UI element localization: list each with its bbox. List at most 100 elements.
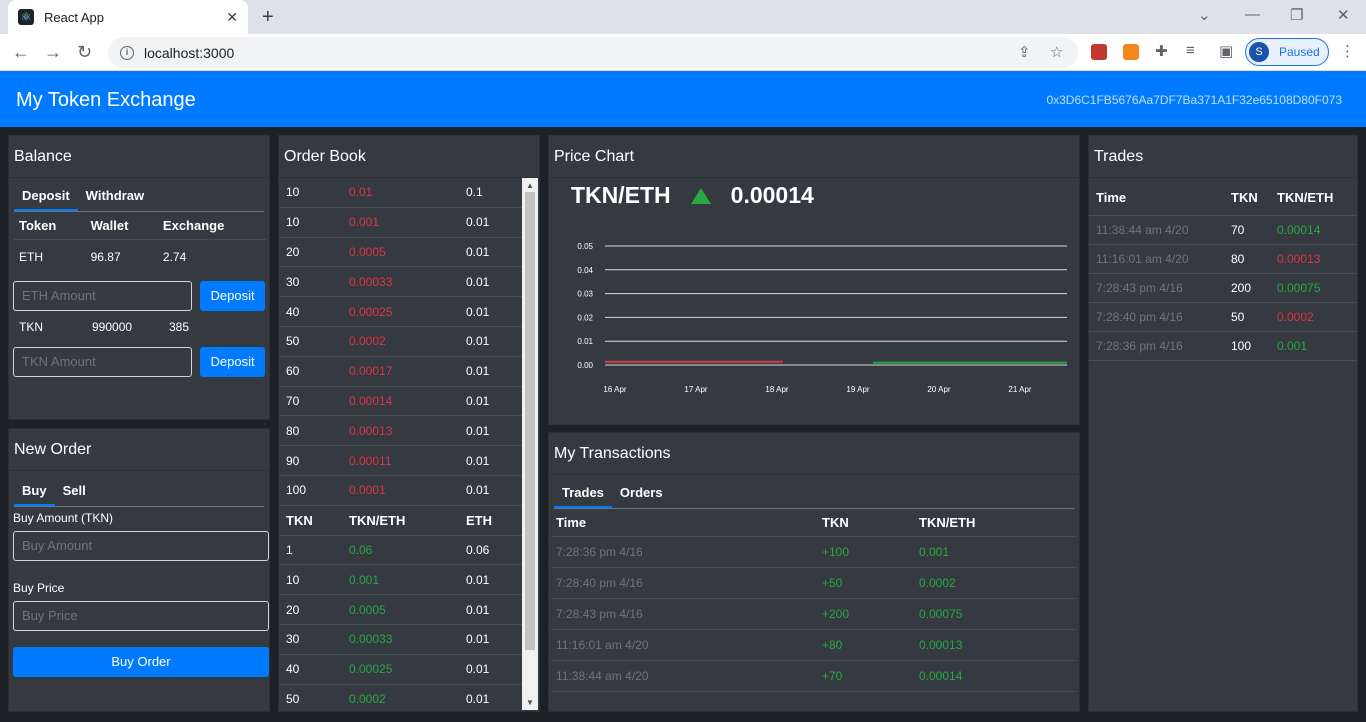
scroll-thumb[interactable] (525, 192, 535, 650)
eth-token: ETH (19, 250, 43, 264)
reload-icon[interactable]: ↻ (77, 42, 92, 63)
scroll-up-icon[interactable]: ▲ (526, 181, 534, 190)
order-book-row[interactable]: 50 0.0002 0.01 (279, 685, 523, 711)
tkn-amount-input[interactable]: TKN Amount (13, 347, 193, 377)
forward-icon[interactable]: → (44, 42, 62, 63)
restore-icon[interactable]: ❐ (1290, 6, 1303, 24)
tab-sell[interactable]: Sell (55, 477, 94, 506)
amount-cell: 60 (286, 364, 300, 379)
tab-orders[interactable]: Orders (612, 479, 671, 508)
order-book-row[interactable]: 10 0.001 0.01 (279, 565, 523, 596)
tkn-cell: 80 (1224, 244, 1270, 274)
order-book-row[interactable]: 10 0.001 0.01 (279, 208, 523, 238)
price-cell: 0.00014 (349, 393, 393, 408)
col-time: Time (1089, 180, 1224, 216)
col-token: Token (14, 212, 86, 240)
eth-amount-input[interactable]: ETH Amount (13, 281, 193, 311)
account-address[interactable]: 0x3D6C1FB5676Aa7DF7Ba371A1F32e65108D80F0… (1046, 93, 1342, 107)
amount-cell: 40 (286, 662, 300, 677)
order-book-row[interactable]: 30 0.00033 0.01 (279, 267, 523, 298)
address-bar[interactable]: i localhost:3000 ⇪ ☆ (108, 37, 1078, 68)
tkn-deposit-button[interactable]: Deposit (200, 347, 265, 377)
order-book-row[interactable]: 20 0.0005 0.01 (279, 595, 523, 625)
amount-cell: 40 (286, 304, 300, 319)
eth-cell: 0.01 (466, 691, 490, 706)
eth-cell: 0.01 (466, 632, 490, 647)
tab-search-icon[interactable]: ⌄ (1198, 6, 1211, 24)
tab-withdraw[interactable]: Withdraw (78, 182, 152, 211)
site-info-icon[interactable]: i (120, 45, 134, 60)
time-cell: 7:28:36 pm 4/16 (1089, 331, 1224, 361)
buy-order-button[interactable]: Buy Order (13, 647, 269, 677)
trend-up-icon (690, 187, 711, 204)
side-panel-icon[interactable]: ▣ (1219, 42, 1233, 60)
tab-trades[interactable]: Trades (554, 479, 612, 508)
profile-button[interactable]: S Paused (1245, 38, 1329, 66)
media-queue-icon[interactable]: ≡ (1186, 42, 1195, 59)
x-tick-label: 17 Apr (684, 385, 707, 394)
table-row: 11:38:44 am 4/20 70 0.00014 (1089, 215, 1357, 245)
amount-cell: 80 (286, 423, 300, 438)
order-book-row[interactable]: 70 0.00014 0.01 (279, 387, 523, 417)
app-navbar: My Token Exchange 0x3D6C1FB5676Aa7DF7Ba3… (0, 71, 1366, 127)
buy-amount-input[interactable]: Buy Amount (13, 531, 269, 561)
menu-kebab-icon[interactable]: ⋮ (1340, 42, 1355, 60)
amount-cell: 70 (286, 393, 300, 408)
eth-cell: 0.01 (466, 304, 490, 319)
new-tab-icon[interactable]: + (262, 6, 274, 29)
price-cell: TKN/ETH (349, 512, 406, 528)
close-window-icon[interactable]: ✕ (1337, 6, 1350, 24)
eth-cell: 0.01 (466, 423, 490, 438)
order-book-row[interactable]: 60 0.00017 0.01 (279, 357, 523, 387)
extension-icon[interactable] (1091, 44, 1107, 60)
table-row: 7:28:43 pm 4/16 200 0.00075 (1089, 273, 1357, 303)
order-book-row[interactable]: 40 0.00025 0.01 (279, 655, 523, 685)
close-tab-icon[interactable]: ✕ (226, 9, 238, 26)
order-book-row[interactable]: 30 0.00033 0.01 (279, 625, 523, 655)
extensions-puzzle-icon[interactable]: ✚ (1155, 42, 1168, 60)
order-book-row[interactable]: 50 0.0002 0.01 (279, 327, 523, 357)
eth-deposit-button[interactable]: Deposit (200, 281, 265, 311)
my-transactions-card: My Transactions Trades Orders Time TKN T… (548, 432, 1080, 712)
order-book-scrollbar[interactable]: ▲ ▼ (522, 178, 538, 710)
y-tick-label: 0.01 (577, 337, 593, 346)
tkn-cell: +80 (817, 629, 914, 661)
x-tick-label: 18 Apr (765, 385, 788, 394)
eth-cell: 0.01 (466, 572, 490, 587)
order-book-row[interactable]: 80 0.00013 0.01 (279, 416, 523, 447)
order-book-row[interactable]: 40 0.00025 0.01 (279, 297, 523, 327)
price-cell: 0.00017 (349, 364, 393, 379)
tab-deposit[interactable]: Deposit (14, 182, 78, 211)
order-book-list[interactable]: 10 0.01 0.1 10 0.001 0.01 20 0.0005 0.01 30 0.0003… (279, 178, 523, 711)
tab-buy[interactable]: Buy (14, 477, 55, 506)
tkn-cell: 200 (1224, 273, 1270, 303)
buy-price-input[interactable]: Buy Price (13, 601, 269, 631)
browser-tab[interactable]: ⚛ React App ✕ (8, 0, 248, 34)
share-icon[interactable]: ⇪ (1018, 43, 1031, 61)
order-book-row[interactable]: 1 0.06 0.06 (279, 536, 523, 566)
col-tkn: TKN (1224, 180, 1270, 216)
order-book-row[interactable]: 10 0.01 0.1 (279, 178, 523, 208)
pair-label: TKN/ETH (571, 182, 671, 208)
bookmark-star-icon[interactable]: ☆ (1050, 43, 1063, 61)
order-book-row[interactable]: 20 0.0005 0.01 (279, 238, 523, 268)
y-tick-label: 0.05 (577, 242, 593, 251)
price-cell: 0.0001 (349, 483, 386, 498)
time-cell: 11:16:01 am 4/20 (1089, 244, 1224, 274)
order-book-row[interactable]: 90 0.00011 0.01 (279, 446, 523, 476)
new-order-title: New Order (9, 429, 269, 471)
price-cell: 0.00014 (914, 660, 1077, 692)
brand-title[interactable]: My Token Exchange (16, 89, 196, 112)
price-chart-svg[interactable]: 0.05 0.04 0.03 0.02 0.01 0.00 16 Apr 17 Apr 18 A… (549, 232, 1079, 412)
metamask-fox-icon[interactable] (1123, 44, 1139, 60)
price-cell: 0.00025 (349, 662, 393, 677)
eth-wallet: 96.87 (90, 250, 121, 264)
y-tick-label: 0.03 (577, 290, 593, 299)
back-icon[interactable]: ← (12, 42, 30, 63)
order-book-row[interactable]: 100 0.0001 0.01 (279, 476, 523, 506)
amount-cell: 20 (286, 602, 300, 617)
tkn-wallet: 990000 (92, 320, 133, 334)
scroll-down-icon[interactable]: ▼ (526, 698, 534, 707)
minimize-icon[interactable]: — (1245, 6, 1260, 23)
eth-cell: 0.01 (466, 215, 490, 230)
